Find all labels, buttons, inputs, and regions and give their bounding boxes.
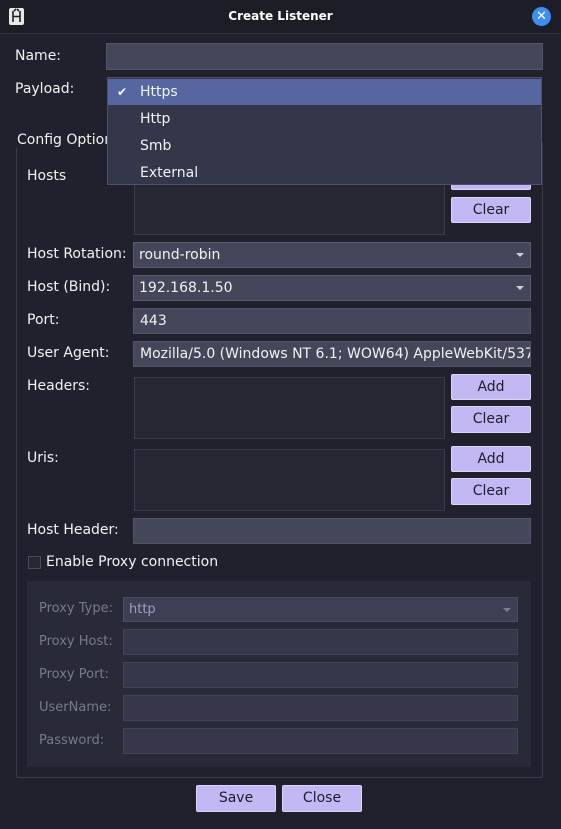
window-title: Create Listener [228, 9, 333, 23]
username-label: UserName: [39, 700, 112, 715]
headers-list[interactable] [134, 377, 445, 439]
checkmark-icon: ✔ [117, 85, 128, 99]
payload-label: Payload: [15, 81, 75, 97]
password-label: Password: [39, 733, 105, 748]
proxy-host-label: Proxy Host: [39, 634, 113, 649]
close-icon[interactable]: ✕ [532, 7, 551, 26]
uris-add-button[interactable]: Add [451, 446, 531, 472]
payload-option-label: Https [140, 84, 178, 100]
headers-clear-button[interactable]: Clear [451, 406, 531, 433]
uris-list[interactable] [134, 449, 445, 511]
user-agent-input[interactable]: Mozilla/5.0 (Windows NT 6.1; WOW64) Appl… [133, 341, 531, 367]
proxy-type-value: http [129, 602, 156, 617]
host-rotation-select[interactable]: round-robin [133, 242, 531, 268]
save-button[interactable]: Save [196, 785, 276, 812]
proxy-type-label: Proxy Type: [39, 601, 113, 616]
host-bind-value: 192.168.1.50 [139, 280, 233, 296]
uris-clear-button[interactable]: Clear [451, 478, 531, 505]
name-label: Name: [15, 48, 62, 64]
host-rotation-label: Host Rotation: [27, 246, 127, 262]
chevron-down-icon [516, 253, 524, 257]
host-header-input[interactable] [133, 518, 531, 544]
uris-label: Uris: [27, 450, 59, 466]
password-input[interactable] [123, 728, 518, 754]
payload-option-http[interactable]: Http [108, 106, 541, 132]
payload-option-label: External [140, 165, 199, 181]
chevron-down-icon [503, 608, 511, 612]
host-bind-select[interactable]: 192.168.1.50 [133, 275, 531, 301]
headers-add-button[interactable]: Add [451, 374, 531, 400]
proxy-type-select[interactable]: http [123, 597, 518, 622]
proxy-port-label: Proxy Port: [39, 667, 109, 682]
user-agent-label: User Agent: [27, 345, 110, 361]
payload-option-label: Http [140, 111, 171, 127]
payload-dropdown[interactable]: ✔ Https Http Smb External [107, 77, 542, 185]
hosts-label: Hosts [27, 168, 67, 184]
close-button[interactable]: Close [282, 785, 362, 812]
chevron-down-icon [516, 286, 524, 290]
proxy-host-input[interactable] [123, 629, 518, 655]
enable-proxy-checkbox[interactable] [28, 556, 41, 569]
payload-option-https[interactable]: ✔ Https [108, 79, 541, 105]
port-label: Port: [27, 312, 60, 328]
enable-proxy-label[interactable]: Enable Proxy connection [46, 554, 218, 570]
host-bind-label: Host (Bind): [27, 279, 111, 295]
hosts-clear-button[interactable]: Clear [451, 197, 531, 223]
host-header-label: Host Header: [27, 522, 119, 538]
proxy-port-input[interactable] [123, 662, 518, 688]
name-input[interactable] [106, 43, 543, 70]
port-input[interactable]: 443 [133, 308, 531, 334]
payload-option-label: Smb [140, 138, 172, 154]
host-rotation-value: round-robin [139, 247, 221, 263]
username-input[interactable] [123, 695, 518, 721]
payload-option-external[interactable]: External [108, 160, 541, 186]
headers-label: Headers: [27, 378, 90, 394]
payload-option-smb[interactable]: Smb [108, 133, 541, 159]
